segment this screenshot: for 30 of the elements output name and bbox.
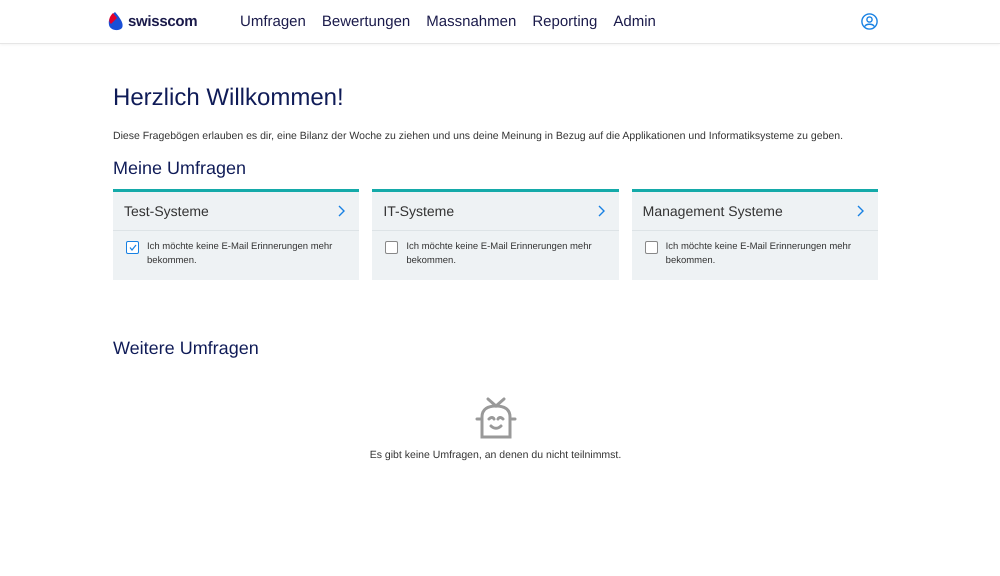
logo-icon <box>107 11 124 32</box>
nav-link[interactable]: Umfragen <box>240 13 306 30</box>
checkbox[interactable] <box>126 241 139 254</box>
checkbox-label: Ich möchte keine E-Mail Erinnerungen mehr bekommen. <box>406 240 593 268</box>
empty-message: Es gibt keine Umfragen, an denen du nicht teilnimmst. <box>370 449 622 461</box>
nav-link[interactable]: Reporting <box>532 13 598 30</box>
section-heading: Weitere Umfragen <box>113 338 260 359</box>
robot-icon <box>474 397 518 439</box>
logo-text: swisscom <box>128 13 198 30</box>
nav-link[interactable]: Massnahmen <box>426 13 516 30</box>
user-icon[interactable] <box>861 13 878 30</box>
nav-link[interactable]: Bewertungen <box>322 13 410 30</box>
survey-title: Management Systeme <box>642 203 783 219</box>
survey-card-header[interactable]: Test-Systeme <box>113 192 360 231</box>
checkmark-icon <box>128 244 136 251</box>
nav-link[interactable]: Admin <box>613 13 656 30</box>
survey-card-header[interactable]: IT-Systeme <box>372 192 619 231</box>
survey-title: IT-Systeme <box>383 203 454 219</box>
checkbox-label: Ich möchte keine E-Mail Erinnerungen mehr bekommen. <box>147 240 334 268</box>
survey-card-header[interactable]: Management Systeme <box>632 192 878 231</box>
survey-title: Test-Systeme <box>124 203 209 219</box>
chevron-right-icon <box>598 205 605 217</box>
checkbox[interactable] <box>385 241 398 254</box>
page-title: Herzlich Willkommen! <box>113 84 345 112</box>
chevron-right-icon <box>856 205 864 217</box>
section-heading: Meine Umfragen <box>113 158 248 179</box>
checkbox[interactable] <box>644 241 658 254</box>
intro-text: Diese Fragebögen erlauben es dir, eine Bilanz der Woche zu ziehen und uns deine Meinung in Bezug auf die Applikationen und Informatiksysteme zu geben. <box>113 130 844 142</box>
chevron-right-icon <box>338 205 346 217</box>
checkbox-label: Ich möchte keine E-Mail Erinnerungen mehr bekommen. <box>666 240 852 268</box>
